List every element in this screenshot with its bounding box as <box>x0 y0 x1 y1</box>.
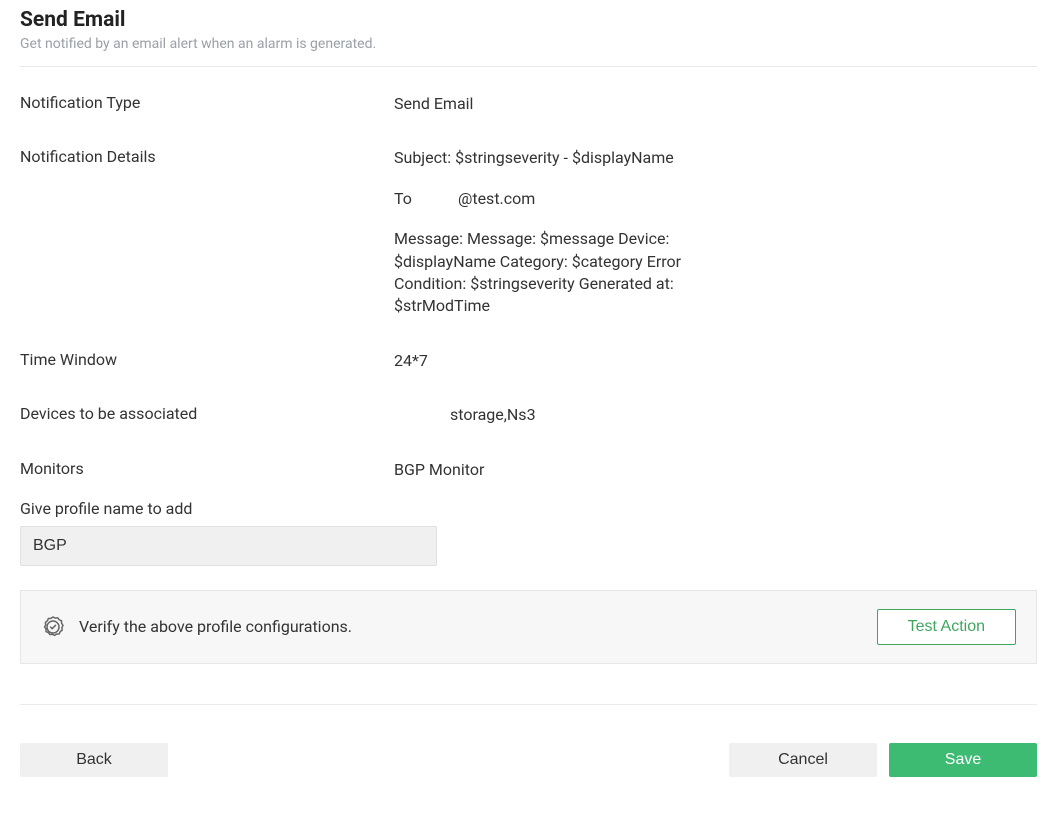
row-notification-details: Notification Details Subject: $stringsev… <box>20 131 1037 333</box>
footer-divider <box>20 704 1037 705</box>
value-notification-type: Send Email <box>394 93 1037 115</box>
row-devices: Devices to be associated storage,Ns3 <box>20 388 1037 442</box>
subject-line: Subject: $stringseverity - $displayName <box>394 147 1037 169</box>
label-monitors: Monitors <box>20 459 394 478</box>
row-monitors: Monitors BGP Monitor <box>20 443 1037 497</box>
row-notification-type: Notification Type Send Email <box>20 77 1037 131</box>
verify-box: Verify the above profile configurations.… <box>20 590 1037 664</box>
subject-value: $stringseverity - $displayName <box>455 148 674 167</box>
form-section: Notification Type Send Email Notificatio… <box>20 77 1037 566</box>
value-monitors: BGP Monitor <box>394 459 1037 481</box>
row-profile-name: Give profile name to add <box>20 499 1037 566</box>
verify-left: Verify the above profile configurations. <box>41 615 352 639</box>
value-devices: storage,Ns3 <box>394 404 1037 426</box>
page-header: Send Email Get notified by an email aler… <box>20 0 1037 67</box>
label-devices: Devices to be associated <box>20 404 394 423</box>
cancel-button[interactable]: Cancel <box>729 743 877 777</box>
to-line: To @test.com <box>394 188 1037 210</box>
verify-check-icon <box>41 615 65 639</box>
label-notification-details: Notification Details <box>20 147 394 166</box>
row-time-window: Time Window 24*7 <box>20 334 1037 388</box>
profile-name-input[interactable] <box>20 526 437 566</box>
footer-right: Cancel Save <box>729 743 1037 777</box>
value-time-window: 24*7 <box>394 350 1037 372</box>
to-value: @test.com <box>458 189 535 208</box>
value-notification-details: Subject: $stringseverity - $displayName … <box>394 147 1037 317</box>
message-block: Message: Message: $message Device: $disp… <box>394 228 734 318</box>
to-label: To <box>394 188 454 210</box>
label-notification-type: Notification Type <box>20 93 394 112</box>
footer-actions: Back Cancel Save <box>20 743 1037 777</box>
page-subtitle: Get notified by an email alert when an a… <box>20 36 1037 52</box>
message-label: Message: <box>394 229 463 248</box>
subject-label: Subject: <box>394 148 451 167</box>
label-time-window: Time Window <box>20 350 394 369</box>
test-action-button[interactable]: Test Action <box>877 609 1016 645</box>
save-button[interactable]: Save <box>889 743 1037 777</box>
back-button[interactable]: Back <box>20 743 168 777</box>
label-profile-name: Give profile name to add <box>20 499 1037 518</box>
page-title: Send Email <box>20 8 1037 32</box>
verify-text: Verify the above profile configurations. <box>79 617 352 636</box>
